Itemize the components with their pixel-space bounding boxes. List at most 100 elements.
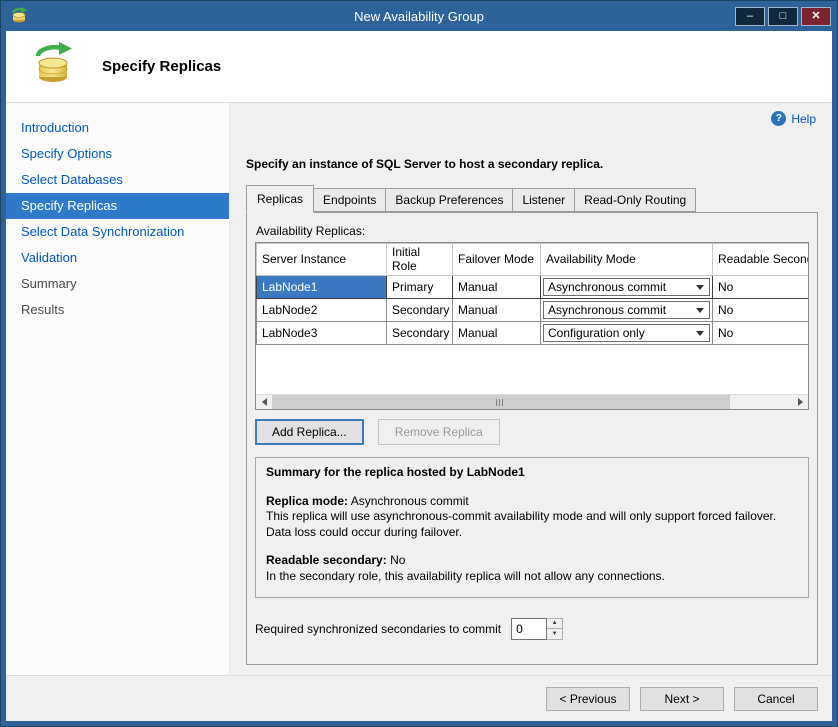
cell-readable-secondary[interactable]: No	[713, 299, 810, 322]
sidebar-item-results: Results	[6, 297, 229, 323]
horizontal-scrollbar[interactable]	[256, 394, 808, 409]
scrollbar-thumb[interactable]	[272, 395, 730, 409]
required-secondaries-spinner: ▲ ▼	[511, 618, 563, 640]
app-icon	[10, 7, 28, 25]
instruction-text: Specify an instance of SQL Server to hos…	[246, 157, 818, 171]
scroll-left-button[interactable]	[256, 395, 272, 409]
replicas-database-icon	[30, 41, 76, 92]
replica-mode-label: Replica mode:	[266, 494, 348, 508]
spin-up-button[interactable]: ▲	[547, 619, 562, 629]
replica-buttons-row: Add Replica... Remove Replica	[255, 419, 809, 445]
table-row[interactable]: LabNode1 Primary Manual Asynchronous com…	[257, 276, 810, 299]
scroll-left-arrow-icon	[262, 398, 267, 406]
sidebar-item-select-data-synchronization[interactable]: Select Data Synchronization	[6, 219, 229, 245]
close-button[interactable]: ✕	[801, 7, 831, 26]
maximize-button[interactable]: □	[768, 7, 798, 26]
tab-replicas[interactable]: Replicas	[246, 185, 314, 213]
availability-mode-value: Configuration only	[548, 326, 645, 340]
tab-endpoints[interactable]: Endpoints	[314, 188, 386, 212]
scrollbar-track[interactable]	[272, 395, 792, 409]
scroll-right-arrow-icon	[798, 398, 803, 406]
tab-listener[interactable]: Listener	[513, 188, 575, 212]
sidebar-item-specify-replicas[interactable]: Specify Replicas	[6, 193, 229, 219]
cell-initial-role[interactable]: Primary	[387, 276, 453, 299]
sidebar-item-validation[interactable]: Validation	[6, 245, 229, 271]
window-title: New Availability Group	[1, 9, 837, 24]
spinner-buttons: ▲ ▼	[547, 618, 563, 640]
readable-secondary-value: No	[390, 553, 405, 567]
replica-mode-value: Asynchronous commit	[351, 494, 469, 508]
availability-mode-value: Asynchronous commit	[548, 303, 666, 317]
cell-server-instance[interactable]: LabNode3	[257, 322, 387, 345]
wizard-window: New Availability Group – □ ✕	[0, 0, 838, 727]
readable-secondary-label: Readable secondary:	[266, 553, 387, 567]
column-header-server-instance: Server Instance	[257, 244, 387, 276]
scroll-right-button[interactable]	[792, 395, 808, 409]
maximize-icon: □	[780, 11, 787, 22]
summary-box: Summary for the replica hosted by LabNod…	[255, 457, 809, 598]
availability-mode-select[interactable]: Asynchronous commit	[543, 278, 710, 296]
help-link[interactable]: ? Help	[771, 111, 816, 126]
page-title: Specify Replicas	[102, 58, 221, 75]
column-header-initial-role: Initial Role	[387, 244, 453, 276]
availability-mode-select[interactable]: Asynchronous commit	[543, 301, 710, 319]
availability-mode-value: Asynchronous commit	[548, 280, 666, 294]
chevron-down-icon	[696, 285, 704, 294]
sidebar-item-specify-options[interactable]: Specify Options	[6, 141, 229, 167]
cell-server-instance[interactable]: LabNode1	[257, 276, 387, 299]
cell-server-instance[interactable]: LabNode2	[257, 299, 387, 322]
availability-replicas-label: Availability Replicas:	[256, 224, 809, 238]
replica-mode-row: Replica mode: Asynchronous commit	[266, 494, 798, 510]
cell-availability-mode: Asynchronous commit	[541, 276, 713, 299]
add-replica-button[interactable]: Add Replica...	[255, 419, 364, 445]
wizard-steps-sidebar: Introduction Specify Options Select Data…	[6, 103, 230, 675]
window-content: Specify Replicas Introduction Specify Op…	[6, 31, 832, 721]
next-button[interactable]: Next >	[640, 687, 724, 711]
column-header-availability-mode: Availability Mode	[541, 244, 713, 276]
cell-failover-mode[interactable]: Manual	[453, 322, 541, 345]
required-secondaries-row: Required synchronized secondaries to com…	[255, 618, 809, 640]
cell-initial-role[interactable]: Secondary	[387, 299, 453, 322]
table-row[interactable]: LabNode3 Secondary Manual Configuration …	[257, 322, 810, 345]
availability-mode-select[interactable]: Configuration only	[543, 324, 710, 342]
readable-secondary-description: In the secondary role, this availability…	[266, 569, 798, 585]
sidebar-item-select-databases[interactable]: Select Databases	[6, 167, 229, 193]
readable-secondary-row: Readable secondary: No	[266, 553, 798, 569]
minimize-icon: –	[747, 11, 753, 22]
required-secondaries-label: Required synchronized secondaries to com…	[255, 622, 501, 636]
replicas-grid: Server Instance Initial Role Failover Mo…	[255, 242, 809, 410]
wizard-body: Introduction Specify Options Select Data…	[6, 103, 832, 675]
tab-backup-preferences[interactable]: Backup Preferences	[386, 188, 513, 212]
wizard-footer: < Previous Next > Cancel	[6, 675, 832, 721]
cell-availability-mode: Asynchronous commit	[541, 299, 713, 322]
close-icon: ✕	[811, 11, 820, 22]
chevron-down-icon	[696, 308, 704, 317]
required-secondaries-input[interactable]	[511, 618, 547, 640]
replica-mode-description: This replica will use asynchronous-commi…	[266, 509, 798, 540]
cell-failover-mode[interactable]: Manual	[453, 276, 541, 299]
help-label: Help	[791, 112, 816, 126]
cell-failover-mode[interactable]: Manual	[453, 299, 541, 322]
cell-initial-role[interactable]: Secondary	[387, 322, 453, 345]
table-header-row: Server Instance Initial Role Failover Mo…	[257, 244, 810, 276]
minimize-button[interactable]: –	[735, 7, 765, 26]
column-header-failover-mode: Failover Mode	[453, 244, 541, 276]
titlebar: New Availability Group – □ ✕	[1, 1, 837, 31]
replicas-tab-panel: Availability Replicas: Server Instance I…	[246, 212, 818, 665]
window-controls: – □ ✕	[735, 7, 831, 26]
spin-down-button[interactable]: ▼	[547, 628, 562, 639]
cell-readable-secondary[interactable]: No	[713, 322, 810, 345]
replicas-table: Server Instance Initial Role Failover Mo…	[256, 243, 809, 345]
table-row[interactable]: LabNode2 Secondary Manual Asynchronous c…	[257, 299, 810, 322]
wizard-header: Specify Replicas	[6, 31, 832, 103]
cancel-button[interactable]: Cancel	[734, 687, 818, 711]
cell-readable-secondary[interactable]: No	[713, 276, 810, 299]
tab-bar: Replicas Endpoints Backup Preferences Li…	[246, 185, 818, 212]
sidebar-item-summary: Summary	[6, 271, 229, 297]
remove-replica-button: Remove Replica	[378, 419, 500, 445]
scrollbar-grip-icon	[496, 399, 505, 406]
chevron-down-icon	[696, 331, 704, 340]
sidebar-item-introduction[interactable]: Introduction	[6, 115, 229, 141]
tab-read-only-routing[interactable]: Read-Only Routing	[575, 188, 696, 212]
previous-button[interactable]: < Previous	[546, 687, 630, 711]
